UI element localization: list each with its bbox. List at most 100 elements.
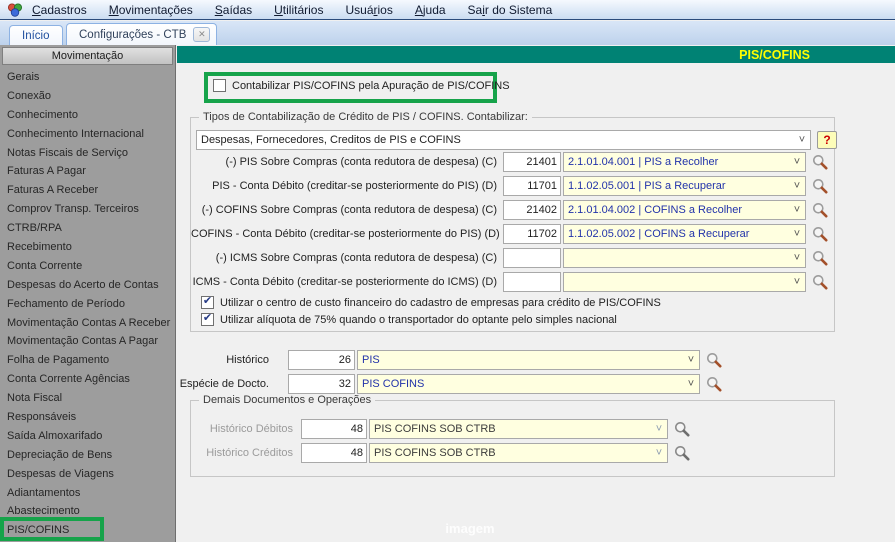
sidebar-item[interactable]: Despesas de Viagens <box>0 465 175 484</box>
sidebar-item[interactable]: Abastecimento <box>0 502 175 521</box>
sidebar-item[interactable]: Nota Fiscal <box>0 389 175 408</box>
sidebar-item[interactable]: Saída Almoxarifado <box>0 427 175 446</box>
sidebar-item[interactable]: Despesas do Acerto de Contas <box>0 276 175 295</box>
menu-bar: Cadastros Movimentações Saídas Utilitári… <box>0 0 895 20</box>
sidebar-item[interactable]: Conta Corrente <box>0 257 175 276</box>
sidebar-item[interactable]: Movimentação Contas A Receber <box>0 314 175 333</box>
account-row-label: (-) PIS Sobre Compras (conta redutora de… <box>225 156 497 168</box>
search-icon[interactable] <box>809 202 831 218</box>
sidebar-item[interactable]: Recebimento <box>0 238 175 257</box>
account-rows: (-) PIS Sobre Compras (conta redutora de… <box>191 151 836 295</box>
sidebar-title: Movimentação <box>2 47 173 65</box>
chevron-down-icon[interactable]: ˅ <box>789 180 805 192</box>
especie-combo[interactable]: PIS COFINS ˅ <box>357 374 700 394</box>
option-checkbox[interactable]: ✔ <box>201 296 214 309</box>
demais-code-input[interactable] <box>301 443 367 463</box>
app-icon[interactable] <box>6 2 24 18</box>
option-checkbox[interactable]: ✔ <box>201 313 214 326</box>
sidebar-item[interactable]: Depreciação de Bens <box>0 446 175 465</box>
search-icon[interactable] <box>809 250 831 266</box>
sidebar-item[interactable]: Responsáveis <box>0 408 175 427</box>
sidebar-item[interactable]: Gerais <box>0 68 175 87</box>
tipo-contabilizacao-select[interactable]: Despesas, Fornecedores, Creditos de PIS … <box>196 130 811 150</box>
sidebar-item[interactable]: Conexão <box>0 87 175 106</box>
sidebar-item[interactable]: Conhecimento Internacional <box>0 125 175 144</box>
sidebar-item[interactable]: Comprov Transp. Terceiros <box>0 200 175 219</box>
chevron-down-icon[interactable]: ˅ <box>683 354 699 366</box>
app-window: Cadastros Movimentações Saídas Utilitári… <box>0 0 895 542</box>
historico-combo[interactable]: PIS ˅ <box>357 350 700 370</box>
chevron-down-icon[interactable]: ˅ <box>789 276 805 288</box>
search-icon[interactable] <box>809 154 831 170</box>
search-icon[interactable] <box>671 421 693 437</box>
menu-item[interactable]: Cadastros <box>32 3 87 17</box>
demais-groupbox-title: Demais Documentos e Operações <box>199 394 376 406</box>
historico-code-input[interactable] <box>288 350 355 370</box>
account-code-input[interactable] <box>503 272 561 292</box>
sidebar-item[interactable]: Fechamento de Período <box>0 295 175 314</box>
menu-item[interactable]: Sair do Sistema <box>468 3 553 17</box>
chevron-down-icon[interactable]: ˅ <box>789 204 805 216</box>
account-combo[interactable]: ˅ <box>563 248 806 268</box>
account-combo[interactable]: 1.1.02.05.002 | COFINS a Recuperar ˅ <box>563 224 806 244</box>
account-combo[interactable]: 2.1.01.04.002 | COFINS a Recolher ˅ <box>563 200 806 220</box>
account-combo[interactable]: 2.1.01.04.001 | PIS a Recolher ˅ <box>563 152 806 172</box>
chevron-down-icon[interactable]: ˅ <box>789 252 805 264</box>
account-code-input[interactable] <box>503 248 561 268</box>
account-code-input[interactable] <box>503 152 561 172</box>
demais-code-input[interactable] <box>301 419 367 439</box>
search-icon[interactable] <box>809 274 831 290</box>
tab-configuracoes-ctb[interactable]: Configurações - CTB ✕ <box>66 23 218 45</box>
chevron-down-icon[interactable]: ˅ <box>683 378 699 390</box>
option-checkbox-row: ✔ Utilizar o centro de custo financeiro … <box>201 294 661 311</box>
search-icon[interactable] <box>671 445 693 461</box>
demais-row: Histórico Débitos PIS COFINS SOB CTRB ˅ <box>199 418 693 440</box>
demais-groupbox: Demais Documentos e Operações Histórico … <box>190 394 835 477</box>
sidebar-item[interactable]: Adiantamentos <box>0 484 175 503</box>
sidebar-item[interactable]: PIS/COFINS <box>0 521 175 540</box>
help-button[interactable]: ? <box>817 131 837 149</box>
account-combo[interactable]: 1.1.02.05.001 | PIS a Recuperar ˅ <box>563 176 806 196</box>
search-icon[interactable] <box>809 226 831 242</box>
sidebar-item[interactable]: Movimentação Contas A Pagar <box>0 332 175 351</box>
account-combo-value: 1.1.02.05.002 | COFINS a Recuperar <box>568 228 750 240</box>
sidebar-item[interactable]: Notas Fiscais de Serviço <box>0 144 175 163</box>
search-icon[interactable] <box>703 376 725 392</box>
account-combo[interactable]: ˅ <box>563 272 806 292</box>
chevron-down-icon[interactable]: ˅ <box>651 423 667 435</box>
demais-combo[interactable]: PIS COFINS SOB CTRB ˅ <box>369 443 668 463</box>
tab-inicio[interactable]: Início <box>9 25 63 45</box>
apuracao-checkbox[interactable]: ✔ <box>213 79 226 92</box>
sidebar-item[interactable]: Folha de Pagamento <box>0 351 175 370</box>
chevron-down-icon[interactable]: ˅ <box>789 228 805 240</box>
menu-item[interactable]: Ajuda <box>415 3 446 17</box>
sidebar-item[interactable]: Faturas A Pagar <box>0 162 175 181</box>
especie-code-input[interactable] <box>288 374 355 394</box>
apuracao-checkbox-label: Contabilizar PIS/COFINS pela Apuração de… <box>232 79 510 92</box>
demais-row: Histórico Créditos PIS COFINS SOB CTRB ˅ <box>199 442 693 464</box>
account-code-input[interactable] <box>503 224 561 244</box>
menu-item[interactable]: Usuários <box>345 3 392 17</box>
close-icon[interactable]: ✕ <box>193 27 211 42</box>
menu-item[interactable]: Utilitários <box>274 3 323 17</box>
sidebar-item[interactable]: Conhecimento <box>0 106 175 125</box>
sidebar-item[interactable]: CTRB/RPA <box>0 219 175 238</box>
search-icon[interactable] <box>703 352 725 368</box>
chevron-down-icon[interactable]: ˅ <box>651 447 667 459</box>
account-code-input[interactable] <box>503 176 561 196</box>
demais-combo-value: PIS COFINS SOB CTRB <box>374 423 496 435</box>
sidebar-item[interactable]: Conta Corrente Agências <box>0 370 175 389</box>
search-icon[interactable] <box>809 178 831 194</box>
menu-item[interactable]: Movimentações <box>109 3 193 17</box>
tab-configuracoes-label: Configurações - CTB <box>79 28 187 41</box>
demais-row-label: Histórico Créditos <box>206 447 293 459</box>
menu-item[interactable]: Saídas <box>215 3 252 17</box>
main-panel: PIS/COFINS ✔ Contabilizar PIS/COFINS pel… <box>177 45 895 542</box>
account-combo-value: 2.1.01.04.001 | PIS a Recolher <box>568 156 719 168</box>
account-code-input[interactable] <box>503 200 561 220</box>
account-row: (-) ICMS Sobre Compras (conta redutora d… <box>191 247 836 269</box>
chevron-down-icon[interactable]: ˅ <box>794 134 810 146</box>
sidebar-item[interactable]: Faturas A Receber <box>0 181 175 200</box>
chevron-down-icon[interactable]: ˅ <box>789 156 805 168</box>
demais-combo[interactable]: PIS COFINS SOB CTRB ˅ <box>369 419 668 439</box>
